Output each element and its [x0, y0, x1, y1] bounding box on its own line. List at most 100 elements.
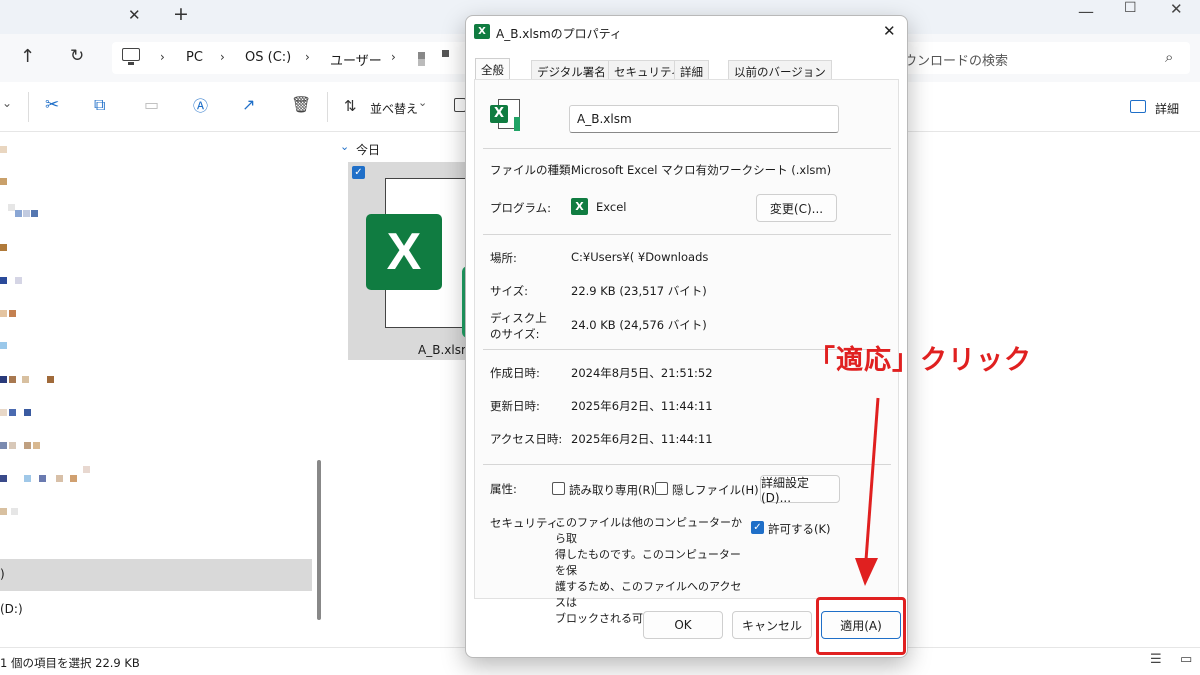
type-value: Microsoft Excel マクロ有効ワークシート (.xlsm)	[571, 163, 832, 177]
redacted-pixels	[418, 52, 425, 59]
hidden-checkbox[interactable]	[655, 482, 668, 495]
scrollbar-thumb[interactable]	[317, 460, 321, 620]
advanced-button[interactable]: 詳細設定(D)...	[760, 475, 840, 505]
excel-icon: X	[571, 198, 588, 215]
filename-field[interactable]: A_B.xlsm	[569, 105, 839, 133]
details-label[interactable]: 詳細	[1155, 100, 1179, 117]
security-label: セキュリティ:	[490, 516, 563, 530]
sort-icon[interactable]: ⇅	[344, 97, 357, 115]
maximize-icon[interactable]: ☐	[1124, 0, 1137, 16]
close-icon[interactable]: ✕	[883, 22, 896, 40]
redacted-pixels	[0, 178, 7, 185]
location-value: C:¥Users¥( ¥Downloads	[571, 250, 709, 264]
chevron-down-icon[interactable]: ⌄	[2, 96, 12, 110]
up-arrow-icon[interactable]: ↑	[20, 46, 35, 67]
location-label: 場所:	[490, 251, 517, 265]
breadcrumb-pc[interactable]: PC	[186, 50, 203, 65]
breadcrumb[interactable]: › PC › OS (C:) › ユーザー ›	[112, 42, 472, 74]
excel-file-icon: X	[490, 99, 522, 131]
sidebar-item-d-drive[interactable]: (D:)	[0, 594, 312, 626]
redacted-pixels	[9, 310, 16, 317]
redacted-pixels	[0, 342, 7, 349]
filename-value: A_B.xlsm	[577, 112, 632, 126]
search-input[interactable]: ウンロードの検索	[904, 50, 1008, 69]
redacted-pixels	[0, 442, 7, 449]
created-label: 作成日時:	[490, 366, 540, 380]
paste-icon[interactable]: ▭	[144, 95, 159, 114]
details-pane-icon[interactable]	[1130, 100, 1146, 113]
redacted-pixels	[15, 277, 22, 284]
breadcrumb-drive[interactable]: OS (C:)	[245, 50, 291, 65]
readonly-checkbox[interactable]	[552, 482, 565, 495]
hidden-label[interactable]: 隠しファイル(H)	[672, 482, 759, 498]
share-icon[interactable]: ↗	[242, 95, 255, 114]
unblock-label[interactable]: 許可する(K)	[768, 521, 831, 537]
divider	[327, 92, 328, 122]
chevron-right-icon: ›	[305, 50, 310, 64]
annotation-highlight-box	[816, 597, 906, 655]
sidebar-item-c-drive[interactable]: )	[0, 559, 312, 591]
divider	[483, 148, 891, 149]
cancel-button[interactable]: キャンセル	[732, 611, 812, 639]
attributes-label: 属性:	[490, 482, 517, 496]
redacted-pixels	[9, 376, 16, 383]
redacted-pixels	[9, 409, 16, 416]
breadcrumb-users[interactable]: ユーザー	[330, 50, 382, 69]
size-value: 22.9 KB (23,517 バイト)	[571, 284, 707, 298]
size-label: サイズ:	[490, 284, 529, 298]
redacted-pixels	[24, 409, 31, 416]
unblock-checkbox[interactable]: ✓	[751, 521, 764, 534]
redacted-pixels	[0, 310, 7, 317]
security-line: 護するため、このファイルへのアクセスは	[555, 580, 742, 609]
divider	[483, 234, 891, 235]
sidebar-item-label: )	[0, 567, 5, 581]
list-view-icon[interactable]: ☰	[1150, 652, 1162, 667]
excel-icon: X	[474, 24, 490, 39]
sidebar-item-label: (D:)	[0, 602, 23, 616]
disk-size-label-1: ディスク上	[490, 311, 547, 325]
checkmark-icon[interactable]: ✓	[352, 166, 365, 179]
delete-icon[interactable]: 🗑	[291, 95, 311, 114]
chevron-down-icon[interactable]: ⌄	[340, 140, 349, 153]
tile-view-icon[interactable]: ▭	[1180, 652, 1192, 667]
redacted-pixels	[418, 59, 425, 66]
redacted-pixels	[56, 475, 63, 482]
security-line: このファイルは他のコンピューターから取	[555, 516, 742, 545]
sort-label[interactable]: 並べ替え	[370, 100, 418, 117]
redacted-pixels	[23, 210, 30, 217]
redacted-pixels	[0, 146, 7, 153]
redacted-pixels	[70, 475, 77, 482]
ok-button[interactable]: OK	[643, 611, 723, 639]
redacted-pixels	[24, 475, 31, 482]
chevron-right-icon: ›	[220, 50, 225, 64]
copy-icon[interactable]: ⧉	[94, 95, 105, 115]
group-header[interactable]: 今日	[356, 141, 380, 158]
refresh-icon[interactable]: ↻	[70, 46, 84, 66]
program-label: プログラム:	[490, 201, 552, 215]
redacted-pixels	[9, 442, 16, 449]
excel-icon: X	[366, 214, 442, 290]
search-icon[interactable]: ⌕	[1165, 48, 1173, 66]
window-close-icon[interactable]: ✕	[1170, 0, 1183, 18]
type-label: ファイルの種類:	[490, 163, 575, 177]
minimize-icon[interactable]: —	[1078, 2, 1094, 21]
readonly-label[interactable]: 読み取り専用(R)	[569, 482, 655, 498]
redacted-pixels	[0, 244, 7, 251]
annotation-arrow	[855, 397, 880, 586]
redacted-pixels	[11, 508, 18, 515]
change-button[interactable]: 変更(C)...	[756, 194, 837, 222]
rename-icon[interactable]: Ⓐ	[193, 95, 208, 116]
chevron-down-icon[interactable]: ⌄	[418, 96, 427, 109]
pc-stand	[128, 62, 134, 65]
new-tab-icon[interactable]: +	[173, 3, 189, 25]
cut-icon[interactable]: ✂	[45, 95, 59, 115]
redacted-pixels	[83, 466, 90, 473]
redacted-pixels	[0, 475, 7, 482]
status-text: 1 個の項目を選択 22.9 KB	[0, 656, 140, 670]
created-value: 2024年8月5日、21:51:52	[571, 366, 713, 380]
redacted-pixels	[22, 376, 29, 383]
redacted-pixels	[39, 475, 46, 482]
search-box[interactable]: ウンロードの検索 ⌕	[880, 42, 1190, 74]
close-tab-icon[interactable]: ✕	[128, 6, 141, 24]
redacted-pixels	[15, 210, 22, 217]
